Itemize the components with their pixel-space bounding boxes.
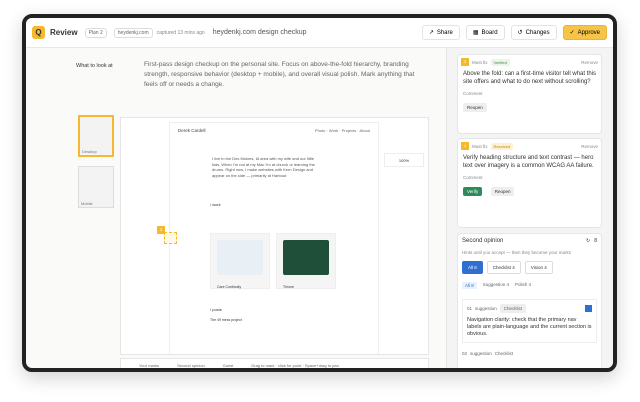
- plan-badge: Plan 2: [84, 27, 107, 38]
- mobile-thumbnail[interactable]: Mobile: [78, 166, 114, 208]
- work-section-title: / work: [210, 202, 221, 207]
- desktop-thumbnail[interactable]: Desktop: [78, 115, 114, 157]
- website-preview: Derek Cardell Photo · Work · Projects · …: [169, 122, 379, 354]
- share-button[interactable]: ↗ Share: [421, 25, 460, 40]
- canvas-legend: Your marks Second opinion Guest Drag to mar…: [120, 358, 429, 368]
- project-card[interactable]: Throne: [276, 233, 336, 289]
- project-card[interactable]: Care Continuity: [210, 233, 270, 289]
- website-canvas[interactable]: Derek Cardell Photo · Work · Projects · …: [120, 117, 429, 355]
- board-icon: ▦: [472, 30, 479, 36]
- suggestion-item: 01 suggestion Checklist Navigation clarity…: [462, 299, 597, 343]
- page-title: heydenkj.com design checkup: [212, 29, 307, 36]
- brief-text: First-pass design checkup on the persona…: [144, 61, 415, 88]
- next-suggestion: 02 suggestion Checklist: [462, 351, 514, 356]
- domain-pill[interactable]: heydenkj.com: [113, 27, 153, 38]
- check-icon: ✓: [569, 30, 575, 36]
- reopen-button[interactable]: Reopen: [490, 187, 515, 196]
- changes-button[interactable]: ↺ Changes: [510, 25, 557, 40]
- captured-time: captured 13 mins ago: [156, 29, 205, 36]
- changes-icon: ↺: [517, 30, 523, 36]
- reopen-button[interactable]: Reopen: [463, 103, 487, 112]
- top-bar: Q Review Plan 2 heydenkj.com captured 13…: [26, 18, 613, 48]
- app-title: Review: [50, 28, 78, 37]
- issue-text: Verify heading structure and text contra…: [463, 155, 594, 169]
- second-opinion-panel: Second opinion ↻ 8 Hints until you accep…: [457, 233, 602, 368]
- site-intro-text: I live in the Des Moines, IA area with m…: [212, 156, 315, 178]
- issue-text: Above the fold: can a first-time visitor…: [463, 71, 597, 85]
- approve-button[interactable]: ✓ Approve: [562, 25, 607, 40]
- zoom-control[interactable]: 100%: [384, 153, 424, 167]
- board-button[interactable]: ▦ Board: [465, 25, 505, 40]
- refresh-icon: ↻: [586, 238, 591, 244]
- brief-label: What to look at: [76, 63, 113, 69]
- share-icon: ↗: [428, 30, 434, 36]
- site-nav: Derek Cardell Photo · Work · Projects · …: [178, 128, 370, 133]
- verify-button[interactable]: Verify: [463, 187, 483, 196]
- mark-region[interactable]: [164, 232, 177, 244]
- post-title: The 49 mess project: [210, 318, 242, 322]
- issue-card: 3 Must fix Verified Remove Above the fold: …: [457, 54, 602, 134]
- review-canvas-area: What to look at First-pass design checku…: [26, 48, 441, 368]
- posts-section-title: / posts: [210, 307, 222, 312]
- review-sidebar: 3 Must fix Verified Remove Above the fold: …: [446, 48, 613, 368]
- issue-card: 4 Must fix Resolved Remove Verify heading s…: [457, 138, 602, 228]
- app-logo-icon: Q: [32, 26, 45, 39]
- browser-frame: Q Review Plan 2 heydenkj.com captured 13…: [22, 14, 617, 372]
- work-cards: Care Continuity Throne: [210, 233, 378, 289]
